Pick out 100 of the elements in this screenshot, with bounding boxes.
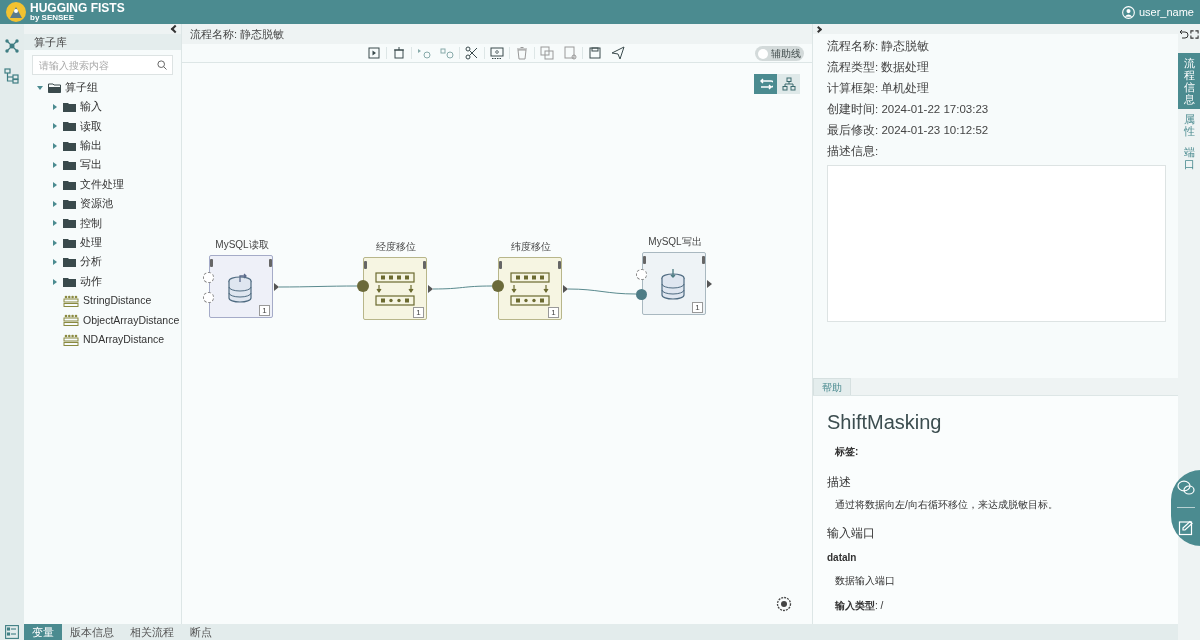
shift-node[interactable]: 1 xyxy=(363,257,427,320)
expand-caret-icon[interactable] xyxy=(53,162,57,169)
expand-caret-icon[interactable] xyxy=(53,239,57,246)
bottom-tab[interactable]: 版本信息 xyxy=(62,624,122,640)
folder-icon xyxy=(63,140,76,151)
expand-caret-icon[interactable] xyxy=(53,278,57,285)
folder-item[interactable]: 控制 xyxy=(80,215,102,232)
shift-node[interactable]: 1 xyxy=(498,257,562,320)
input-port-icon[interactable] xyxy=(492,280,504,292)
expand-caret-icon[interactable] xyxy=(53,123,57,130)
bottom-tab[interactable]: 变量 xyxy=(24,624,62,640)
expand-caret-icon[interactable] xyxy=(53,142,57,149)
logo-icon xyxy=(6,2,26,22)
search-icon[interactable] xyxy=(157,60,167,70)
output-port-icon[interactable] xyxy=(563,285,568,293)
checklist-icon[interactable] xyxy=(5,625,19,639)
undo-icon[interactable] xyxy=(1179,29,1189,39)
folder-item[interactable]: 输出 xyxy=(80,138,102,154)
connector-line[interactable] xyxy=(278,285,358,288)
send-icon[interactable] xyxy=(611,46,625,60)
help-title: ShiftMasking xyxy=(827,410,943,435)
folder-item[interactable]: 输入 xyxy=(80,99,102,115)
swap-arrows-icon xyxy=(758,77,773,91)
flow-title: 流程名称: 静态脱敏 xyxy=(190,26,285,42)
help-tab[interactable]: 帮助 xyxy=(813,378,851,395)
port-name: dataIn xyxy=(827,551,858,565)
folder-icon xyxy=(63,179,76,190)
side-tab[interactable]: 属性 xyxy=(1178,109,1200,142)
expand-caret-icon[interactable] xyxy=(53,259,57,266)
user-avatar-icon[interactable] xyxy=(1121,5,1135,19)
graph-nodes-icon[interactable] xyxy=(4,38,20,54)
brand-name: HUGGING FISTS xyxy=(30,2,125,14)
folder-item[interactable]: 分析 xyxy=(80,254,102,271)
empty-port-icon[interactable] xyxy=(636,268,647,280)
folder-item[interactable]: 写出 xyxy=(80,157,102,174)
side-tab[interactable]: 流程信息 xyxy=(1178,53,1200,110)
search-field[interactable]: 请输入搜索内容 xyxy=(32,55,173,75)
flow-layout-button[interactable] xyxy=(754,74,777,94)
collapse-caret-icon[interactable] xyxy=(37,85,43,90)
instance-count: 1 xyxy=(413,307,424,318)
tag-label: 标签: xyxy=(835,445,860,459)
output-port-icon[interactable] xyxy=(274,283,279,291)
expand-caret-icon[interactable] xyxy=(53,181,57,188)
brand-tagline: by SENSEE xyxy=(30,14,75,22)
input-port-icon[interactable] xyxy=(357,280,369,292)
node-title: MySQL读取 xyxy=(214,238,270,252)
info-line: 创建时间: 2024-01-22 17:03:23 xyxy=(827,102,990,117)
monitor-add-icon[interactable] xyxy=(490,46,504,60)
mysql-read-node[interactable]: 1 xyxy=(209,255,273,318)
folder-icon xyxy=(63,121,76,132)
locate-icon[interactable] xyxy=(776,596,792,612)
folder-item[interactable]: 资源池 xyxy=(80,196,113,212)
play-icon[interactable] xyxy=(367,46,381,60)
info-line: 计算框架: 单机处理 xyxy=(827,81,931,96)
operator-icon xyxy=(63,314,79,327)
section-heading: 输入端口 xyxy=(827,525,876,542)
output-port-icon[interactable] xyxy=(428,285,433,293)
edit-note-icon[interactable] xyxy=(1178,520,1194,537)
connector-line[interactable] xyxy=(432,285,493,290)
connector-line[interactable] xyxy=(567,288,637,295)
bottom-tab[interactable]: 相关流程 xyxy=(122,624,182,640)
node-title: MySQL写出 xyxy=(647,235,703,249)
shift-register-icon xyxy=(509,270,551,307)
operator-item[interactable]: StringDistance xyxy=(83,293,152,309)
description-field[interactable] xyxy=(827,165,1166,322)
chat-icon[interactable] xyxy=(1177,479,1195,496)
expand-caret-icon[interactable] xyxy=(53,201,57,208)
empty-port-icon[interactable] xyxy=(203,271,214,283)
operator-item[interactable]: NDArrayDistance xyxy=(83,331,165,348)
folder-icon xyxy=(63,102,76,113)
folder-item[interactable]: 动作 xyxy=(80,273,102,290)
mysql-write-node[interactable]: 1 xyxy=(642,252,706,315)
user-name[interactable]: user_name xyxy=(1138,3,1194,21)
copy-icon[interactable] xyxy=(540,46,554,60)
help-description: 通过将数据向左/向右循环移位，来达成脱敏目标。 xyxy=(835,498,1059,512)
folder-icon xyxy=(63,257,76,268)
operator-icon xyxy=(63,295,79,307)
operator-item[interactable]: ObjectArrayDistance xyxy=(83,312,180,329)
side-tab[interactable]: 端口 xyxy=(1178,141,1200,174)
tree-layout-button[interactable] xyxy=(777,74,800,94)
empty-port-icon[interactable] xyxy=(203,291,214,303)
output-port-icon[interactable] xyxy=(707,280,712,288)
fullscreen-icon[interactable] xyxy=(1190,29,1199,39)
guide-line-toggle[interactable]: 辅助线 xyxy=(755,46,804,61)
scissors-icon[interactable] xyxy=(465,46,479,60)
expand-caret-icon[interactable] xyxy=(53,220,57,227)
trash-icon[interactable] xyxy=(515,46,529,60)
folder-item[interactable]: 处理 xyxy=(80,234,102,251)
bottom-tab[interactable]: 断点 xyxy=(182,624,220,640)
folder-item[interactable]: 文件处理 xyxy=(80,176,124,193)
input-port-icon[interactable] xyxy=(636,288,647,300)
save-icon[interactable] xyxy=(588,46,602,60)
open-folder-icon xyxy=(48,82,61,93)
flow-diagram-icon[interactable] xyxy=(4,68,20,84)
folder-item[interactable]: 读取 xyxy=(80,118,102,135)
info-line: 最后修改: 2024-01-23 10:12:52 xyxy=(827,123,990,138)
expand-caret-icon[interactable] xyxy=(53,104,57,111)
hierarchy-icon xyxy=(781,77,796,91)
folder-item[interactable]: 算子组 xyxy=(65,79,98,96)
shift-register-icon xyxy=(374,270,416,307)
